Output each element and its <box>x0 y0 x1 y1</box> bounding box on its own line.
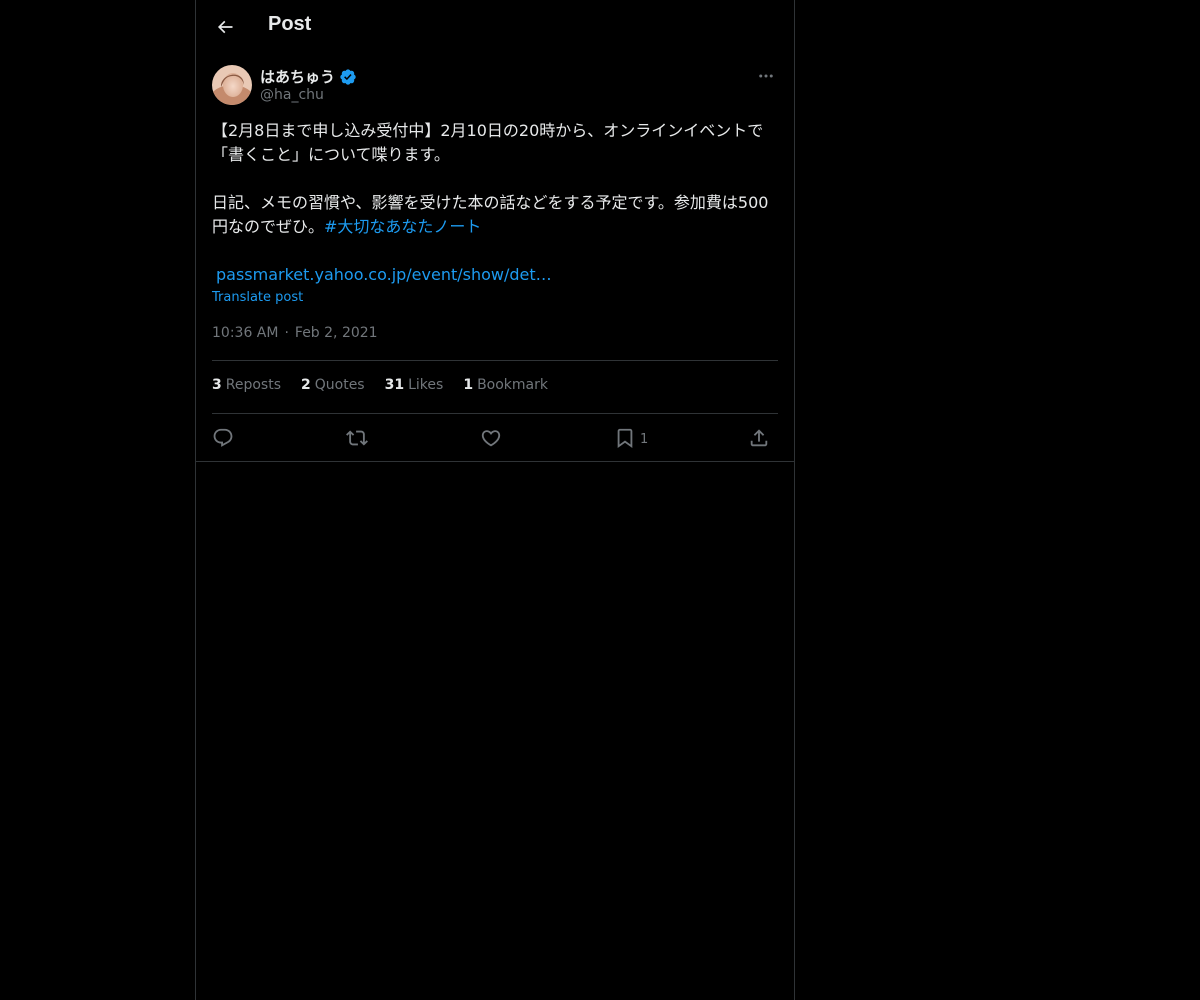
bookmarks-label: Bookmark <box>477 377 548 393</box>
bookmark-icon <box>617 428 633 449</box>
quotes-label: Quotes <box>314 377 365 393</box>
divider <box>212 360 778 361</box>
user-handle[interactable]: @ha_chu <box>260 87 324 103</box>
share-button[interactable] <box>748 424 770 452</box>
post-time[interactable]: 10:36 AM <box>212 325 278 341</box>
reposts-count: 3 <box>212 377 222 393</box>
post-date[interactable]: Feb 2, 2021 <box>295 325 378 341</box>
translate-post-link[interactable]: Translate post <box>212 290 303 305</box>
likes-stat[interactable]: 31 Likes <box>385 377 444 399</box>
bookmark-count: 1 <box>640 432 649 447</box>
arrow-left-icon <box>217 20 233 34</box>
timestamp: 10:36 AM · Feb 2, 2021 <box>212 325 378 341</box>
quotes-stat[interactable]: 2 Quotes <box>301 377 365 399</box>
heart-icon <box>481 430 501 447</box>
more-options-button[interactable] <box>754 65 778 87</box>
repost-icon <box>346 430 368 446</box>
page-title: Post <box>268 13 312 35</box>
action-bar: 1 <box>212 424 778 452</box>
reply-icon <box>213 428 233 447</box>
more-horizontal-icon <box>759 74 773 78</box>
quotes-count: 2 <box>301 377 311 393</box>
reposts-stat[interactable]: 3 Reposts <box>212 377 281 399</box>
like-button[interactable] <box>480 424 502 452</box>
display-name-text: はあちゅう <box>260 68 336 86</box>
verified-badge-icon[interactable] <box>339 68 357 86</box>
tweet-body: 【2月8日まで申し込み受付中】2月10日の20時から、オンラインイベントで「書く… <box>212 121 769 236</box>
author-row: はあちゅう @ha_chu <box>212 65 778 109</box>
avatar[interactable] <box>212 65 252 105</box>
likes-label: Likes <box>408 377 444 393</box>
likes-count: 31 <box>384 377 405 393</box>
hashtag-link[interactable]: #大切なあなたノート <box>324 217 481 236</box>
back-button[interactable] <box>208 10 242 44</box>
display-name[interactable]: はあちゅう <box>260 66 357 87</box>
bookmarks-count: 1 <box>463 377 474 393</box>
post-column: Post はあちゅう @ha_chu 【2月8日まで申し込み受付中】2月10日の… <box>195 0 795 1000</box>
external-link[interactable]: passmarket.yahoo.co.jp/event/show/det… <box>216 263 552 287</box>
bookmark-button[interactable]: 1 <box>614 424 648 452</box>
separator-dot: · <box>284 325 289 341</box>
reposts-label: Reposts <box>225 377 281 393</box>
share-icon <box>750 429 768 447</box>
tweet-text: 【2月8日まで申し込み受付中】2月10日の20時から、オンラインイベントで「書く… <box>212 119 778 239</box>
reply-button[interactable] <box>212 424 234 452</box>
post-bottom-border <box>196 461 794 462</box>
post-header: Post <box>196 0 794 53</box>
repost-button[interactable] <box>346 424 368 452</box>
bookmarks-stat[interactable]: 1 Bookmark <box>463 377 548 399</box>
engagement-stats: 3 Reposts 2 Quotes 31 Likes 1 Bookmark <box>212 377 778 399</box>
divider <box>212 413 778 414</box>
